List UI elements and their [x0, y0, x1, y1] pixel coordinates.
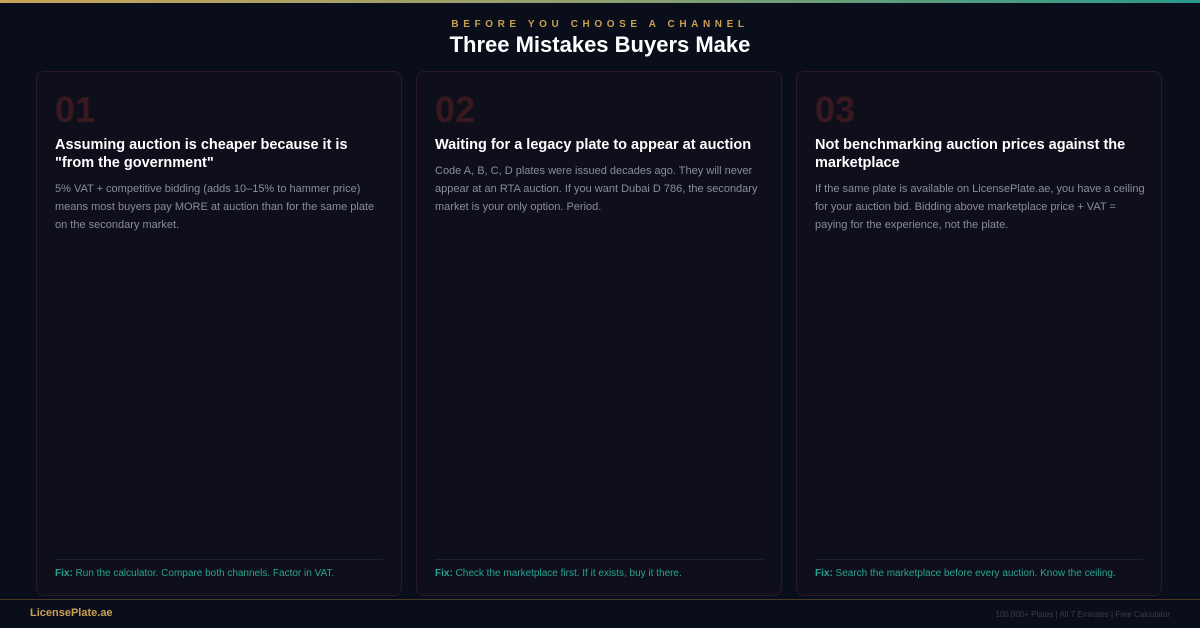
- fix-text: Search the marketplace before every auct…: [832, 568, 1116, 579]
- fix-label: Fix:: [435, 568, 453, 579]
- fix-label: Fix:: [815, 568, 833, 579]
- section-eyebrow: BEFORE YOU CHOOSE A CHANNEL: [451, 19, 749, 30]
- card-body: Code A, B, C, D plates were issued decad…: [435, 165, 758, 213]
- card-number: 01: [55, 89, 96, 130]
- card-title: Not benchmarking auction prices against …: [815, 137, 1126, 171]
- card-number: 03: [815, 89, 856, 130]
- mistake-card-3: 03 Not benchmarking auction prices again…: [796, 71, 1162, 596]
- card-divider: [435, 559, 763, 560]
- card-fix: Fix: Run the calculator. Compare both ch…: [55, 567, 387, 581]
- mistake-card-2: 02 Waiting for a legacy plate to appear …: [416, 71, 782, 596]
- fix-text: Run the calculator. Compare both channel…: [72, 568, 335, 579]
- footer-divider: [0, 599, 1200, 600]
- card-title: Assuming auction is cheaper because it i…: [55, 137, 348, 171]
- mistake-card-1: 01 Assuming auction is cheaper because i…: [36, 71, 402, 596]
- card-divider: [55, 559, 383, 560]
- card-fix: Fix: Search the marketplace before every…: [815, 567, 1147, 581]
- footer-meta: 100,000+ Plates | All 7 Emirates | Free …: [995, 610, 1170, 619]
- card-divider: [815, 559, 1143, 560]
- card-body: 5% VAT + competitive bidding (adds 10–15…: [55, 183, 375, 231]
- top-accent-bar: [0, 0, 1200, 3]
- fix-text: Check the marketplace first. If it exist…: [452, 568, 682, 579]
- page-title: Three Mistakes Buyers Make: [449, 32, 751, 57]
- card-body: If the same plate is available on Licens…: [815, 183, 1145, 231]
- fix-label: Fix:: [55, 568, 73, 579]
- card-title: Waiting for a legacy plate to appear at …: [435, 137, 752, 153]
- footer-brand-link[interactable]: LicensePlate.ae: [30, 607, 113, 619]
- card-number: 02: [435, 89, 476, 130]
- card-fix: Fix: Check the marketplace first. If it …: [435, 567, 767, 581]
